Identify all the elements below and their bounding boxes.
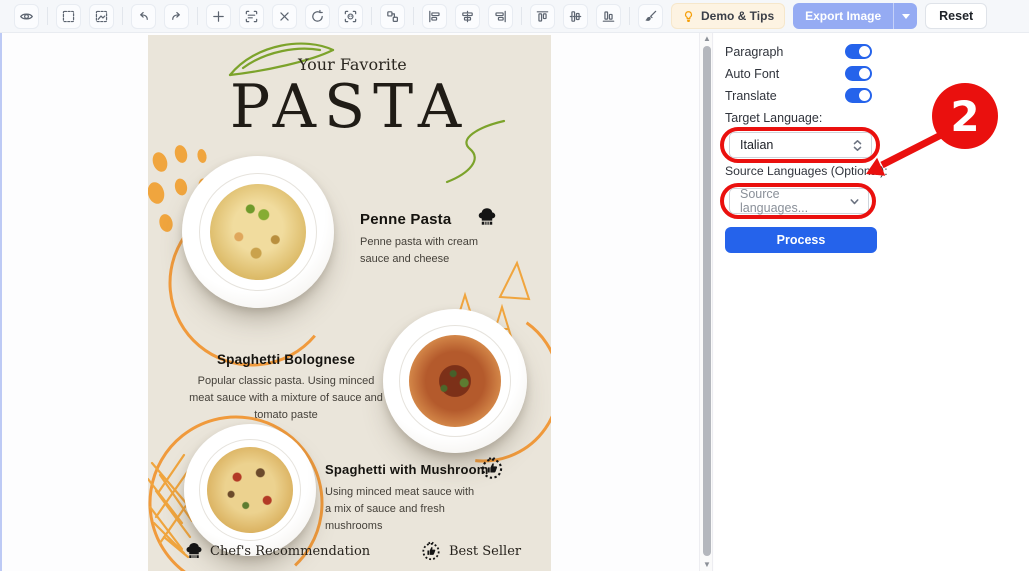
add-icon (211, 9, 226, 24)
best-seller-icon (479, 455, 505, 481)
toolbar-divider (122, 7, 123, 25)
detect-text-icon (244, 9, 259, 24)
scroll-up-arrow[interactable]: ▲ (703, 35, 711, 43)
canvas-vertical-scrollbar: ▲ ▼ (699, 33, 713, 571)
align-middle-vertical-icon (568, 9, 583, 24)
undo-icon (136, 9, 151, 24)
caret-down-icon (902, 14, 910, 19)
export-image-button[interactable]: Export Image (793, 3, 917, 29)
chef-hat-icon (184, 541, 204, 561)
redo-icon (169, 9, 184, 24)
menu-item-desc: Popular classic pasta. Using minced meat… (188, 373, 384, 424)
remove-button[interactable] (272, 4, 297, 29)
process-label: Process (777, 233, 826, 247)
target-language-value: Italian (740, 138, 852, 152)
paragraph-toggle[interactable] (845, 44, 872, 59)
source-languages-label: Source Languages (Optional): (725, 164, 888, 178)
select-all-button[interactable] (56, 4, 81, 29)
penne-plate-photo (182, 156, 334, 308)
preview-eye-icon (19, 9, 34, 24)
refresh-icon (310, 9, 325, 24)
translate-toggle[interactable] (845, 88, 872, 103)
rasterize-selection-button[interactable] (89, 4, 114, 29)
align-left-button[interactable] (422, 4, 447, 29)
toolbar-divider (413, 7, 414, 25)
scroll-down-arrow[interactable]: ▼ (703, 561, 711, 569)
chevron-down-icon (849, 195, 860, 208)
scrollbar-thumb[interactable] (703, 46, 711, 556)
toolbar-divider (47, 7, 48, 25)
poster-title: PASTA (148, 77, 551, 137)
style-brush-icon (643, 9, 658, 24)
select-updown-icon (852, 139, 863, 152)
target-language-label: Target Language: (725, 111, 822, 125)
menu-item-desc: Using minced meat sauce with a mix of sa… (325, 484, 483, 535)
target-language-select[interactable]: Italian (729, 132, 872, 158)
annotation-step-circle: 2 (932, 83, 998, 149)
detect-region-icon (343, 9, 358, 24)
toolbar-divider (371, 7, 372, 25)
group-objects-icon (385, 9, 400, 24)
poster-image[interactable]: Your Favorite PASTA Penne Pasta Penne pa… (148, 35, 551, 571)
undo-button[interactable] (131, 4, 156, 29)
penne-food (210, 184, 306, 280)
refresh-button[interactable] (305, 4, 330, 29)
align-center-horizontal-button[interactable] (455, 4, 480, 29)
select-all-icon (61, 9, 76, 24)
app-window: Demo & Tips Export Image Reset (0, 0, 1029, 571)
redo-button[interactable] (164, 4, 189, 29)
align-left-icon (427, 9, 442, 24)
preview-button[interactable] (14, 4, 39, 29)
process-button[interactable]: Process (725, 227, 877, 253)
settings-panel: Paragraph Auto Font Translate Target Lan… (714, 33, 1029, 571)
menu-item-title: Penne Pasta (360, 211, 451, 228)
reset-label: Reset (939, 9, 973, 23)
detect-text-button[interactable] (239, 4, 264, 29)
menu-item-desc: Penne pasta with cream sauce and cheese (360, 234, 498, 268)
auto-font-toggle[interactable] (845, 66, 872, 81)
align-middle-vertical-button[interactable] (563, 4, 588, 29)
align-top-button[interactable] (530, 4, 555, 29)
detect-region-button[interactable] (338, 4, 363, 29)
lightbulb-icon (682, 10, 695, 23)
footer-label: Chef's Recommendation (210, 544, 370, 559)
bolognese-food (409, 335, 501, 427)
style-brush-button[interactable] (638, 4, 663, 29)
align-right-icon (493, 9, 508, 24)
translate-toggle-label: Translate (725, 89, 777, 103)
chef-hat-icon (476, 206, 498, 228)
toolbar: Demo & Tips Export Image Reset (0, 0, 1029, 33)
source-languages-placeholder: Source languages... (740, 187, 849, 215)
toolbar-divider (197, 7, 198, 25)
footer-label: Best Seller (449, 544, 521, 559)
align-bottom-button[interactable] (596, 4, 621, 29)
align-bottom-icon (601, 9, 616, 24)
toolbar-divider (629, 7, 630, 25)
paragraph-toggle-label: Paragraph (725, 45, 783, 59)
mushroom-food (207, 447, 293, 533)
annotation-step-number: 2 (950, 92, 979, 141)
demo-tips-button[interactable]: Demo & Tips (671, 3, 785, 29)
align-right-button[interactable] (488, 4, 513, 29)
export-image-label: Export Image (793, 3, 893, 29)
add-button[interactable] (206, 4, 231, 29)
remove-x-icon (277, 9, 292, 24)
align-center-horizontal-icon (460, 9, 475, 24)
menu-item-title: Spaghetti with Mushroom (325, 462, 488, 477)
bolognese-plate-photo (383, 309, 527, 453)
demo-tips-label: Demo & Tips (701, 9, 774, 23)
source-languages-select[interactable]: Source languages... (729, 188, 869, 214)
export-dropdown-caret[interactable] (893, 3, 917, 29)
group-objects-button[interactable] (380, 4, 405, 29)
auto-font-toggle-label: Auto Font (725, 67, 779, 81)
reset-button[interactable]: Reset (925, 3, 987, 29)
mushroom-plate-photo (184, 424, 316, 556)
rasterize-selection-icon (94, 9, 109, 24)
menu-item-title: Spaghetti Bolognese (188, 352, 384, 367)
toolbar-divider (521, 7, 522, 25)
align-top-icon (535, 9, 550, 24)
best-seller-icon (420, 540, 442, 562)
